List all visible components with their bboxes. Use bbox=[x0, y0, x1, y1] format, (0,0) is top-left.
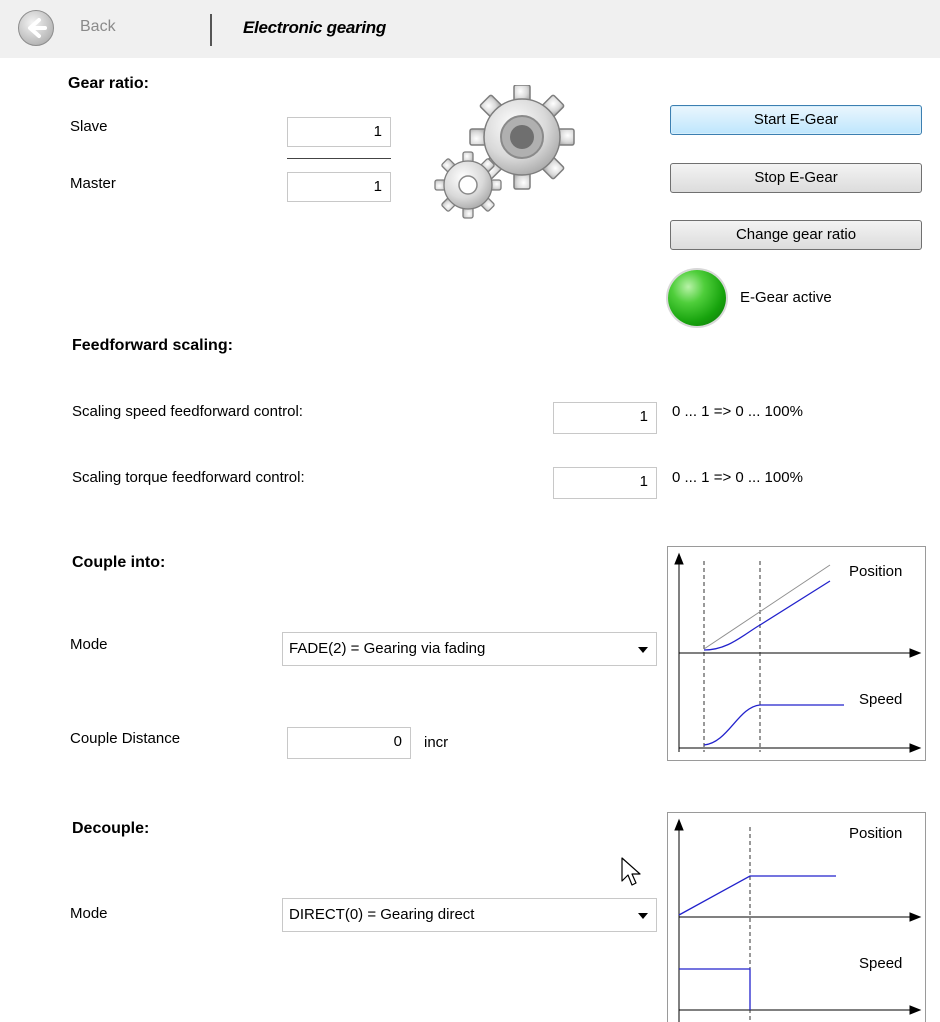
decouple-speed-label: Speed bbox=[859, 955, 903, 972]
mouse-cursor-icon bbox=[621, 857, 641, 886]
title-separator bbox=[210, 14, 212, 46]
decouple-mode-value: DIRECT(0) = Gearing direct bbox=[289, 906, 475, 923]
page-title: Electronic gearing bbox=[243, 18, 386, 37]
couple-position-x-arrow-icon bbox=[909, 648, 922, 658]
torque-feedforward-label: Scaling torque feedforward control: bbox=[72, 469, 305, 486]
back-label[interactable]: Back bbox=[80, 18, 116, 36]
speed-feedforward-label: Scaling speed feedforward control: bbox=[72, 403, 303, 420]
couple-master-position-line bbox=[703, 564, 831, 650]
feedforward-heading: Feedforward scaling: bbox=[72, 337, 233, 354]
decouple-position-x-arrow-icon bbox=[909, 912, 922, 922]
speed-feedforward-input[interactable]: 1 bbox=[553, 402, 657, 434]
ratio-fraction-line bbox=[287, 158, 391, 159]
couple-speed-curve bbox=[703, 704, 844, 746]
egear-active-label: E-Gear active bbox=[740, 289, 832, 306]
couple-y-arrow-icon bbox=[674, 552, 684, 565]
decouple-mode-select[interactable]: DIRECT(0) = Gearing direct bbox=[282, 898, 657, 932]
couple-mode-select[interactable]: FADE(2) = Gearing via fading bbox=[282, 632, 657, 666]
slave-label: Slave bbox=[70, 118, 108, 135]
decouple-speed-x-arrow-icon bbox=[909, 1005, 922, 1015]
decouple-y-arrow-icon bbox=[674, 818, 684, 831]
master-input[interactable]: 1 bbox=[287, 172, 391, 202]
decouple-heading: Decouple: bbox=[72, 820, 150, 837]
torque-feedforward-range: 0 ... 1 => 0 ... 100% bbox=[672, 469, 803, 486]
stop-egear-button[interactable]: Stop E-Gear bbox=[670, 163, 922, 193]
decouple-position-curve bbox=[678, 875, 836, 916]
speed-feedforward-range: 0 ... 1 => 0 ... 100% bbox=[672, 403, 803, 420]
couple-distance-label: Couple Distance bbox=[70, 730, 181, 747]
start-egear-button[interactable]: Start E-Gear bbox=[670, 105, 922, 135]
decouple-diagram: Position Speed bbox=[667, 812, 926, 1022]
couple-slave-position-curve bbox=[703, 580, 831, 651]
egear-active-led bbox=[668, 270, 726, 326]
couple-mode-value: FADE(2) = Gearing via fading bbox=[289, 640, 486, 657]
couple-distance-input[interactable]: 0 bbox=[287, 727, 411, 759]
decouple-position-label: Position bbox=[849, 825, 903, 842]
couple-diagram: Position Speed bbox=[667, 546, 926, 761]
back-button[interactable] bbox=[18, 10, 54, 46]
torque-feedforward-input[interactable]: 1 bbox=[553, 467, 657, 499]
chevron-down-icon[interactable] bbox=[638, 913, 648, 919]
couple-speed-x-arrow-icon bbox=[909, 743, 922, 753]
gears-icon bbox=[434, 85, 575, 219]
back-arrow-icon bbox=[28, 18, 47, 38]
couple-speed-label: Speed bbox=[859, 691, 903, 708]
master-label: Master bbox=[70, 175, 116, 192]
chevron-down-icon[interactable] bbox=[638, 647, 648, 653]
couple-position-label: Position bbox=[849, 563, 903, 580]
couple-mode-label: Mode bbox=[70, 636, 108, 653]
gear-ratio-heading: Gear ratio: bbox=[68, 75, 149, 92]
couple-into-heading: Couple into: bbox=[72, 554, 166, 571]
decouple-speed-curve bbox=[679, 968, 751, 1010]
title-bar bbox=[0, 0, 940, 58]
decouple-mode-label: Mode bbox=[70, 905, 108, 922]
change-gear-ratio-button[interactable]: Change gear ratio bbox=[670, 220, 922, 250]
slave-input[interactable]: 1 bbox=[287, 117, 391, 147]
couple-distance-unit: incr bbox=[424, 734, 449, 751]
